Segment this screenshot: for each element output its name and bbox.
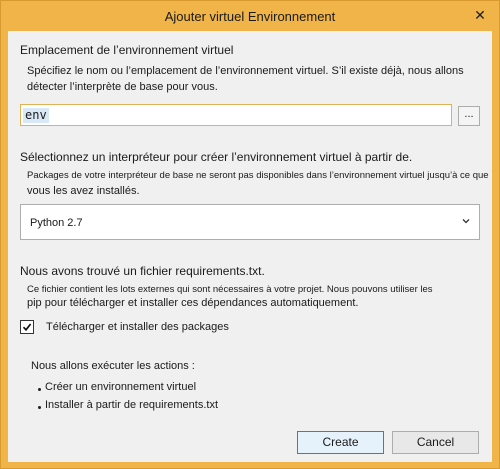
action-bullet xyxy=(38,406,41,409)
close-button[interactable]: ✕ xyxy=(466,5,494,25)
create-button[interactable]: Create xyxy=(297,431,384,454)
title-bar: Ajouter virtuel Environnement ✕ xyxy=(1,1,499,31)
dialog-content: Emplacement de l’environnement virtuel S… xyxy=(8,31,492,462)
browse-button[interactable]: ... xyxy=(458,106,480,126)
environment-name-input[interactable]: env xyxy=(20,104,452,126)
checkmark-icon xyxy=(22,323,32,332)
location-heading: Emplacement de l’environnement virtuel xyxy=(20,43,234,57)
action-item-create-env: Créer un environnement virtuel xyxy=(45,381,197,393)
interpreter-selected-value: Python 2.7 xyxy=(30,217,83,229)
location-description-line1: Spécifiez le nom ou l’emplacement de l’e… xyxy=(27,65,464,77)
interpreter-heading: Sélectionnez un interpréteur pour créer … xyxy=(20,150,413,164)
dialog-window: Ajouter virtuel Environnement ✕ Emplacem… xyxy=(0,0,500,469)
window-title: Ajouter virtuel Environnement xyxy=(164,9,336,24)
environment-name-value: env xyxy=(23,108,49,123)
install-packages-label[interactable]: Télécharger et installer des packages xyxy=(46,321,229,333)
actions-heading: Nous allons exécuter les actions : xyxy=(31,360,195,372)
requirements-description-line2: pip pour télécharger et installer ces dé… xyxy=(27,297,359,309)
requirements-description-line1: Ce fichier contient les lots externes qu… xyxy=(27,284,433,295)
close-icon: ✕ xyxy=(474,6,486,23)
requirements-heading: Nous avons trouvé un fichier requirement… xyxy=(20,264,265,278)
chevron-down-icon xyxy=(462,219,470,224)
interpreter-note-line2: vous les avez installés. xyxy=(27,185,140,197)
cancel-button[interactable]: Cancel xyxy=(392,431,479,454)
interpreter-select[interactable]: Python 2.7 xyxy=(20,204,480,240)
install-packages-checkbox[interactable] xyxy=(20,320,34,334)
action-bullet xyxy=(38,388,41,391)
action-item-install-requirements: Installer à partir de requirements.txt xyxy=(45,399,219,411)
interpreter-note-line1: Packages de votre interpréteur de base n… xyxy=(27,170,489,181)
location-description-line2: détecter l’interprète de base pour vous. xyxy=(27,81,218,93)
